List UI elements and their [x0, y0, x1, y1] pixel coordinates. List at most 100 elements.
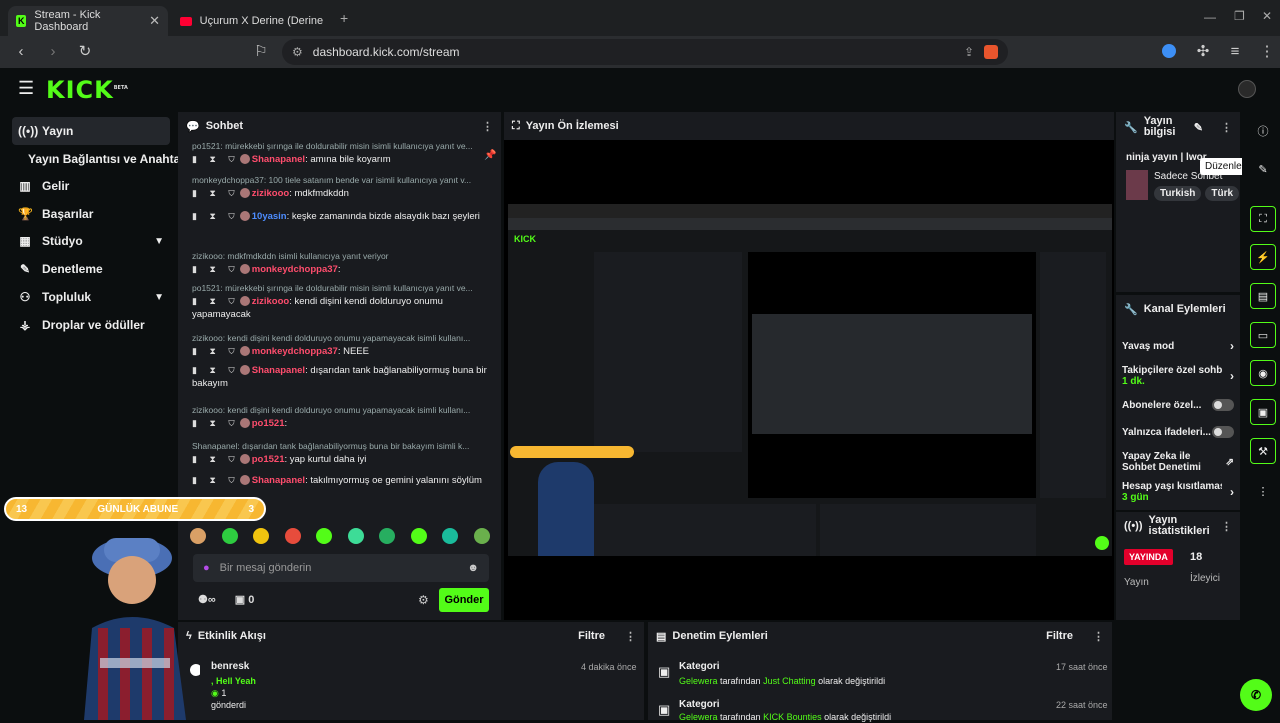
emote[interactable] [284, 528, 301, 544]
reply-context[interactable]: zizikooo: mdkfmdkddn isimli kullanıcıya … [192, 250, 492, 263]
restore-icon[interactable]: ❐ [1234, 9, 1245, 23]
chat-username[interactable]: zizikooo [252, 188, 289, 199]
forward-icon[interactable]: › [44, 43, 62, 61]
reply-context[interactable]: monkeydchoppa37: 100 tiele satanım bende… [192, 174, 492, 187]
filter-button[interactable]: Filtre [1046, 630, 1073, 642]
more-icon[interactable]: ⋮ [1221, 121, 1232, 134]
followers-only-row[interactable]: Takipçilere özel sohb 1 dk. › [1122, 365, 1234, 387]
slow-mode-row[interactable]: Yavaş mod › [1122, 339, 1234, 353]
sidebar-item-gelir[interactable]: ▥ Gelir [12, 172, 170, 200]
reply-context[interactable]: po1521: mürekkebi şırınga ile doldurabil… [192, 140, 492, 153]
chat-message[interactable]: monkeydchoppa37: 100 tiele satanım bende… [192, 174, 492, 200]
emote[interactable] [442, 528, 459, 544]
close-icon[interactable]: ✕ [149, 13, 160, 29]
points-display[interactable]: ⚉∞ ▣ 0 [198, 593, 254, 606]
chat-icon[interactable]: ▭ [1250, 322, 1276, 348]
more-icon[interactable]: ⋮ [1093, 630, 1104, 643]
chat-message[interactable]: po1521: mürekkebi şırınga ile doldurabil… [192, 140, 492, 166]
wrench-icon[interactable]: ⚒ [1250, 438, 1276, 464]
avatar[interactable] [1238, 80, 1256, 98]
chat-username[interactable]: Shanapanel [252, 365, 305, 376]
lightning-icon[interactable]: ⚡ [1250, 244, 1276, 270]
chat-username[interactable]: po1521 [252, 418, 285, 429]
emote[interactable] [473, 528, 490, 544]
share-icon[interactable]: ⇪ [964, 45, 974, 59]
emote[interactable] [316, 528, 333, 544]
minimize-icon[interactable]: — [1204, 10, 1216, 24]
back-icon[interactable]: ‹ [12, 43, 30, 61]
emote[interactable] [347, 528, 364, 544]
mic-icon[interactable]: ● [203, 562, 210, 574]
clip-icon[interactable]: ⛶ [1250, 206, 1276, 232]
filter-button[interactable]: Filtre [578, 630, 605, 642]
extension-icon[interactable] [1162, 44, 1176, 58]
browser-menu-icon[interactable]: ⋮ [1258, 43, 1276, 61]
chat-input[interactable]: ● Bir mesaj gönderin ☻ [193, 554, 489, 582]
tag[interactable]: Turkish [1154, 186, 1202, 201]
chat-settings-icon[interactable]: ⚙ [418, 593, 429, 607]
emote[interactable] [410, 528, 427, 544]
chat-username[interactable]: 10yasin [252, 211, 287, 222]
chat-message[interactable]: zizikooo: mdkfmdkddn isimli kullanıcıya … [192, 250, 492, 276]
stream-preview-video[interactable]: KICK [508, 204, 1112, 556]
chat-username[interactable]: Shanapanel [252, 154, 305, 165]
broadcast-icon[interactable]: ◉ [1250, 360, 1276, 386]
chat-username[interactable]: zizikooo [252, 296, 289, 307]
chat-username[interactable]: Shanapanel [252, 475, 305, 486]
emotes-only-row[interactable]: Yalnızca ifadeleri... [1122, 426, 1234, 438]
playlist-icon[interactable]: ≡ [1226, 43, 1244, 61]
sidebar-item-studyo[interactable]: ▦ Stüdyo ▼ [12, 227, 170, 255]
edit-icon[interactable]: ✎ [1194, 121, 1203, 134]
emote[interactable] [253, 528, 270, 544]
site-info-icon[interactable]: ⚙ [292, 45, 303, 59]
kick-logo[interactable]: KICKBETA [46, 76, 128, 104]
more-icon[interactable]: ⋮ [1221, 520, 1232, 533]
chat-message[interactable]: zizikooo: kendi dişini kendi dolduruyo o… [192, 404, 492, 430]
reply-context[interactable]: zizikooo: kendi dişini kendi dolduruyo o… [192, 404, 492, 417]
help-chat-button[interactable]: ✆ [1240, 679, 1272, 711]
sidebar-item-topluluk[interactable]: ⚇ Topluluk ▼ [12, 283, 170, 311]
reload-icon[interactable]: ↻ [76, 43, 94, 61]
more-icon[interactable]: ⋮ [1250, 478, 1276, 504]
chat-message[interactable]: ▮ ⧗ ⛉ 10yasin: keşke zamanında bizde alsa… [192, 210, 492, 223]
reply-context[interactable]: po1521: mürekkebi şırınga ile doldurabil… [192, 282, 492, 295]
sidebar-item-denetleme[interactable]: ✎ Denetleme [12, 255, 170, 283]
layout-icon[interactable]: ▣ [1250, 399, 1276, 425]
subscribers-only-row[interactable]: Abonelere özel... [1122, 399, 1234, 411]
sidebar-item-stream-key[interactable]: Yayın Bağlantısı ve Anahtarı [22, 145, 188, 173]
chat-username[interactable]: po1521 [252, 454, 285, 465]
address-bar[interactable]: ⚙ dashboard.kick.com/stream ⇪ [282, 39, 1008, 65]
emote[interactable] [379, 528, 396, 544]
chat-message[interactable]: po1521: mürekkebi şırınga ile doldurabil… [192, 282, 492, 321]
hamburger-menu-icon[interactable]: ☰ [18, 78, 34, 99]
window-close-icon[interactable]: ✕ [1262, 9, 1272, 23]
info-icon[interactable]: ⓘ [1250, 118, 1276, 144]
puzzle-icon[interactable]: ✣ [1194, 43, 1212, 61]
new-tab-icon[interactable]: + [340, 10, 348, 26]
chat-username[interactable]: monkeydchoppa37 [252, 346, 338, 357]
chat-message[interactable]: ▮ ⧗ ⛉ Shanapanel: dışarıdan tank bağlanab… [192, 364, 492, 390]
sidebar-item-droplar[interactable]: ⚶ Droplar ve ödüller [12, 311, 170, 339]
sidebar-item-basarilar[interactable]: 🏆 Başarılar [12, 200, 170, 228]
edit-icon[interactable]: ✎ [1250, 156, 1276, 182]
tag[interactable]: Türk [1205, 186, 1240, 201]
emote[interactable] [221, 528, 238, 544]
chat-message[interactable]: ▮ ⧗ ⛉ Shanapanel: takılmıyormuş oe gemini… [192, 474, 492, 487]
chat-message[interactable]: zizikooo: kendi dişini kendi dolduruyo o… [192, 332, 492, 358]
chat-message[interactable]: Shanapanel: dışarıdan tank bağlanabiliyo… [192, 440, 492, 466]
more-icon[interactable]: ⋮ [482, 120, 493, 133]
more-icon[interactable]: ⋮ [625, 630, 636, 643]
document-icon[interactable]: ▤ [1250, 283, 1276, 309]
account-age-row[interactable]: Hesap yaşı kısıtlamas 3 gün › [1122, 481, 1234, 503]
browser-tab-kick[interactable]: K Stream - Kick Dashboard ✕ [8, 6, 168, 36]
bookmark-icon[interactable]: ⚐ [252, 43, 270, 61]
reply-context[interactable]: zizikooo: kendi dişini kendi dolduruyo o… [192, 332, 492, 345]
ai-moderation-row[interactable]: Yapay Zeka ile Sohbet Denetimi ⇗ [1122, 451, 1234, 473]
browser-tab-youtube[interactable]: Uçurum X Derine (Derine 2.0) [ALPE [172, 6, 334, 36]
send-button[interactable]: Gönder [439, 588, 489, 612]
sidebar-item-yayin[interactable]: ((•)) Yayın [12, 117, 170, 145]
reply-context[interactable]: Shanapanel: dışarıdan tank bağlanabiliyo… [192, 440, 492, 453]
brave-shield-icon[interactable] [984, 45, 998, 59]
chat-username[interactable]: monkeydchoppa37 [252, 264, 338, 275]
emotes-only-toggle[interactable] [1212, 426, 1234, 438]
